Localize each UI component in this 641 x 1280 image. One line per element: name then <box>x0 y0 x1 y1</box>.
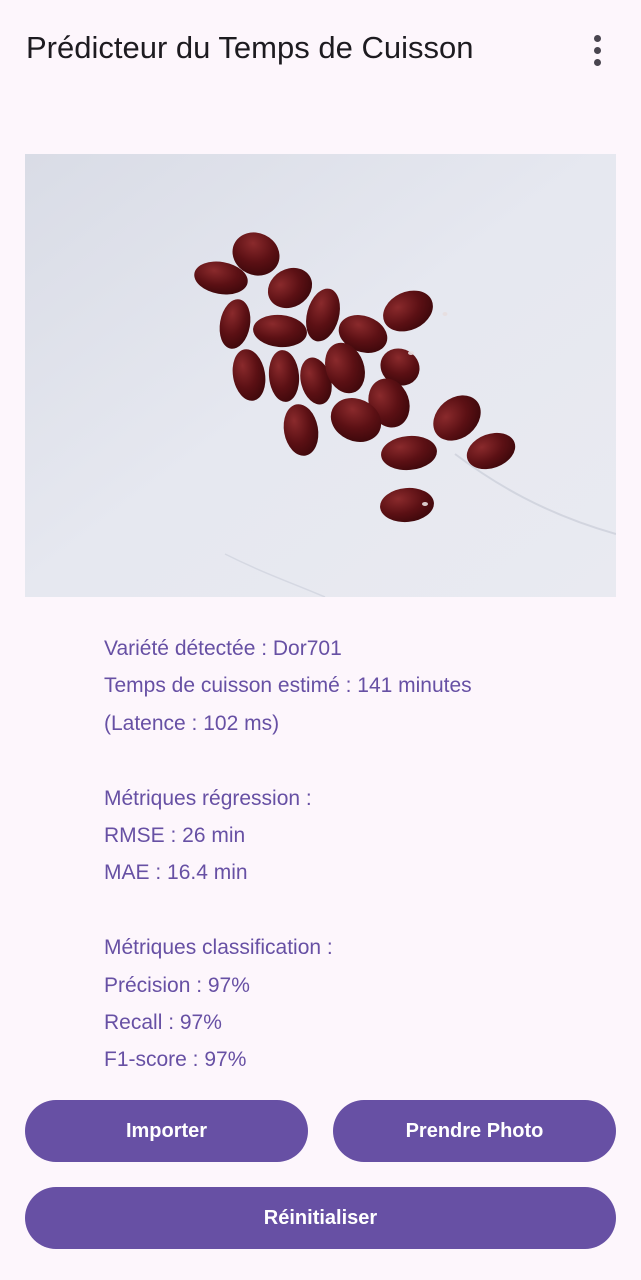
more-vert-icon[interactable] <box>577 30 617 70</box>
precision-value: Précision : 97% <box>104 973 250 997</box>
import-button[interactable]: Importer <box>25 1100 308 1162</box>
estimated-cooking-time: Temps de cuisson estimé : 141 minutes <box>104 674 472 698</box>
regression-metrics-header: Métriques régression : <box>104 786 312 810</box>
take-photo-button[interactable]: Prendre Photo <box>333 1100 616 1162</box>
recall-value: Recall : 97% <box>104 1010 222 1034</box>
top-app-bar: Prédicteur du Temps de Cuisson <box>0 0 641 100</box>
bean-photo <box>25 154 616 597</box>
rmse-value: RMSE : 26 min <box>104 823 246 847</box>
app-title: Prédicteur du Temps de Cuisson <box>26 30 474 65</box>
prediction-results: Variété détectée : Dor701 Temps de cuiss… <box>104 630 604 1079</box>
latency: (Latence : 102 ms) <box>104 711 280 735</box>
detected-variety: Variété détectée : Dor701 <box>104 637 342 660</box>
classification-metrics-header: Métriques classification : <box>104 936 333 960</box>
mae-value: MAE : 16.4 min <box>104 861 248 885</box>
f1-score-value: F1-score : 97% <box>104 1048 247 1072</box>
reset-button[interactable]: Réinitialiser <box>25 1187 616 1249</box>
